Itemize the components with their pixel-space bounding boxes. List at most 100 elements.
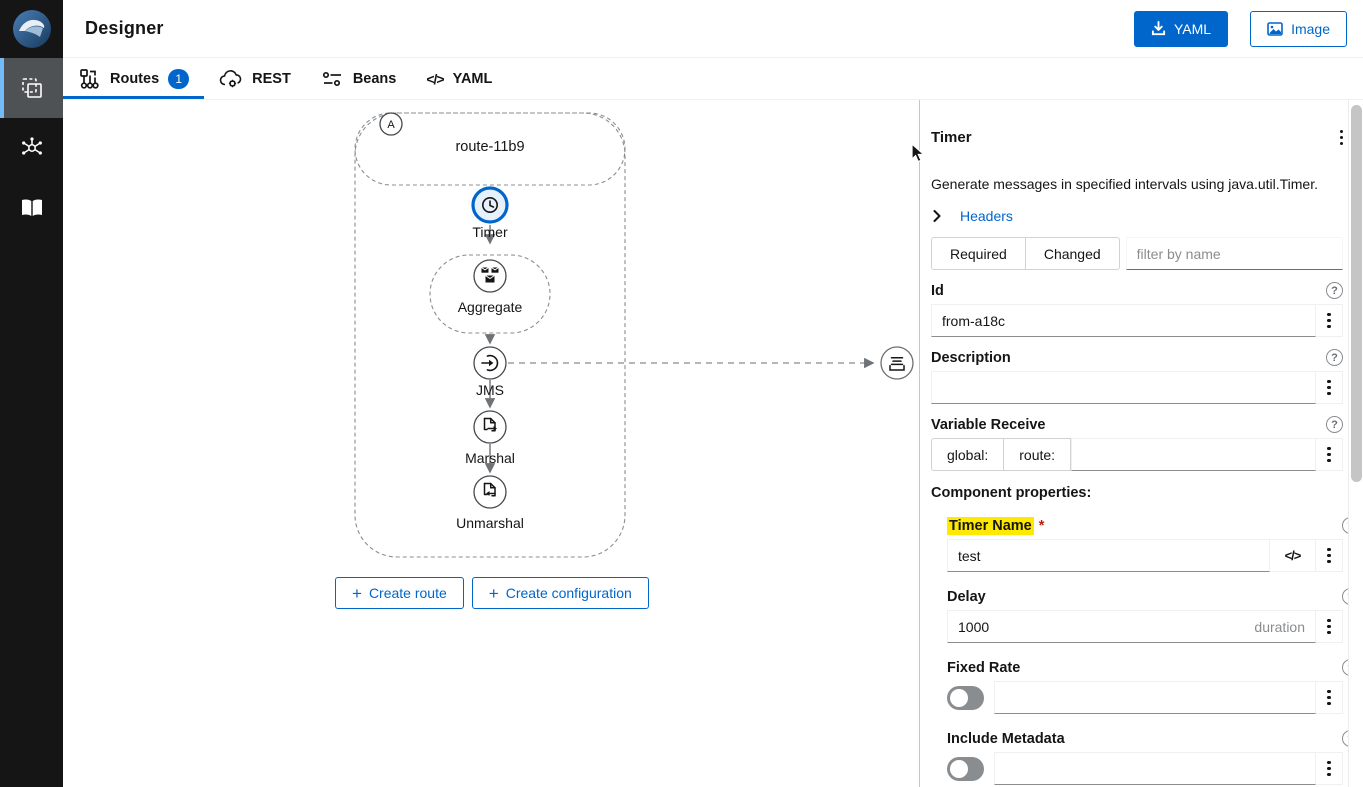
fixed-rate-input[interactable] — [1005, 690, 1305, 706]
app-logo[interactable] — [0, 0, 63, 58]
tab-yaml-label: YAML — [453, 71, 493, 87]
routes-icon — [78, 68, 101, 90]
plus-icon: + — [489, 585, 499, 602]
global-prefix-button[interactable]: global: — [931, 438, 1004, 471]
tab-rest-label: REST — [252, 71, 291, 87]
delay-label: Delay — [947, 589, 986, 605]
app-sidebar — [0, 0, 63, 787]
field-delay: Delay ? duration — [947, 588, 1343, 643]
kebab-icon — [1340, 129, 1343, 147]
help-icon[interactable]: ? — [1326, 416, 1343, 433]
panel-scrollbar-thumb[interactable] — [1351, 105, 1362, 482]
create-configuration-button[interactable]: + Create configuration — [472, 577, 649, 609]
route-label[interactable]: route-11b9 — [455, 139, 524, 155]
variable-receive-kebab-button[interactable] — [1316, 438, 1343, 471]
image-icon — [1267, 22, 1283, 36]
properties-panel: Timer Generate messages in specified int… — [919, 100, 1348, 787]
kebab-icon — [1327, 446, 1330, 464]
description-input[interactable] — [942, 380, 1305, 396]
include-metadata-input[interactable] — [1005, 761, 1305, 777]
book-icon — [19, 195, 45, 221]
panel-title: Timer — [931, 129, 972, 146]
kebab-icon — [1327, 760, 1330, 778]
kebab-icon — [1327, 689, 1330, 707]
fixed-rate-toggle[interactable] — [947, 686, 984, 710]
tab-routes-label: Routes — [110, 71, 159, 87]
help-icon[interactable]: ? — [1326, 282, 1343, 299]
beans-icon — [321, 69, 344, 89]
node-aggregate[interactable]: Aggregate — [458, 260, 523, 315]
create-route-label: Create route — [369, 585, 447, 601]
field-id: Id ? — [931, 282, 1343, 337]
kebab-icon — [1327, 618, 1330, 636]
field-description: Description ? — [931, 349, 1343, 404]
clone-icon — [20, 76, 44, 100]
headers-expand-button[interactable] — [931, 208, 943, 224]
node-jms[interactable]: JMS — [474, 347, 506, 398]
kebab-icon — [1327, 547, 1330, 565]
filter-changed-button[interactable]: Changed — [1025, 237, 1120, 270]
export-yaml-button[interactable]: YAML — [1134, 11, 1228, 47]
tab-routes[interactable]: Routes 1 — [63, 58, 204, 99]
download-icon — [1151, 21, 1166, 36]
tab-rest[interactable]: REST — [204, 58, 306, 99]
timer-name-kebab-button[interactable] — [1316, 539, 1343, 572]
yaml-button-label: YAML — [1174, 21, 1211, 37]
required-marker: * — [1039, 518, 1045, 534]
kebab-icon — [1327, 379, 1330, 397]
masthead-actions: YAML Image — [1134, 11, 1347, 47]
node-timer[interactable]: Timer — [472, 188, 508, 240]
timer-name-label: Timer Name — [947, 517, 1034, 535]
svg-text:JMS: JMS — [476, 382, 504, 398]
variable-receive-label: Variable Receive — [931, 417, 1045, 433]
svg-text:Unmarshal: Unmarshal — [456, 515, 524, 531]
fixed-rate-kebab-button[interactable] — [1316, 681, 1343, 714]
svg-text:Timer: Timer — [472, 224, 508, 240]
filter-required-button[interactable]: Required — [931, 237, 1026, 270]
delay-input[interactable] — [958, 619, 1246, 635]
canvas-actions: + Create route + Create configuration — [335, 577, 649, 609]
id-kebab-button[interactable] — [1316, 304, 1343, 337]
node-unmarshal[interactable]: Unmarshal — [456, 476, 524, 531]
filter-toolbar: Required Changed — [931, 237, 1343, 270]
plus-icon: + — [352, 585, 362, 602]
route-collapse-badge[interactable]: A — [380, 113, 402, 135]
filter-by-name-input[interactable] — [1126, 237, 1343, 270]
masthead: Designer YAML Image — [63, 0, 1363, 58]
create-configuration-label: Create configuration — [506, 585, 632, 601]
sidebar-item-documentation[interactable] — [0, 178, 63, 238]
description-kebab-button[interactable] — [1316, 371, 1343, 404]
route-prefix-button[interactable]: route: — [1003, 438, 1071, 471]
route-canvas[interactable]: A route-11b9 Timer A — [63, 100, 918, 787]
create-route-button[interactable]: + Create route — [335, 577, 464, 609]
node-jms-endpoint[interactable] — [881, 347, 913, 379]
tab-beans[interactable]: Beans — [306, 58, 412, 99]
field-include-metadata: Include Metadata ? — [947, 730, 1343, 785]
tab-beans-label: Beans — [353, 71, 397, 87]
view-tabs: Routes 1 REST Beans </> YAML — [63, 58, 1363, 100]
headers-link[interactable]: Headers — [960, 208, 1013, 224]
include-metadata-toggle[interactable] — [947, 757, 984, 781]
timer-name-expression-button[interactable]: </> — [1270, 539, 1316, 572]
variable-receive-input[interactable] — [1082, 447, 1305, 463]
panel-scrollbar[interactable] — [1348, 100, 1363, 787]
fixed-rate-label: Fixed Rate — [947, 660, 1020, 676]
export-image-button[interactable]: Image — [1250, 11, 1347, 47]
delay-kebab-button[interactable] — [1316, 610, 1343, 643]
tab-yaml[interactable]: </> YAML — [411, 58, 507, 99]
kebab-icon — [1327, 312, 1330, 330]
description-label: Description — [931, 350, 1011, 366]
sidebar-item-design[interactable] — [0, 58, 63, 118]
id-input[interactable] — [942, 313, 1305, 329]
network-hub-icon — [19, 135, 45, 161]
id-label: Id — [931, 283, 944, 299]
include-metadata-kebab-button[interactable] — [1316, 752, 1343, 785]
routes-count-badge: 1 — [168, 69, 189, 89]
help-icon[interactable]: ? — [1326, 349, 1343, 366]
panel-kebab-button[interactable] — [1340, 121, 1343, 154]
page-title: Designer — [85, 18, 164, 39]
timer-name-input[interactable] — [958, 548, 1259, 564]
sidebar-item-catalog[interactable] — [0, 118, 63, 178]
kaoto-logo-icon — [12, 9, 52, 49]
node-marshal[interactable]: Marshal — [465, 411, 515, 466]
